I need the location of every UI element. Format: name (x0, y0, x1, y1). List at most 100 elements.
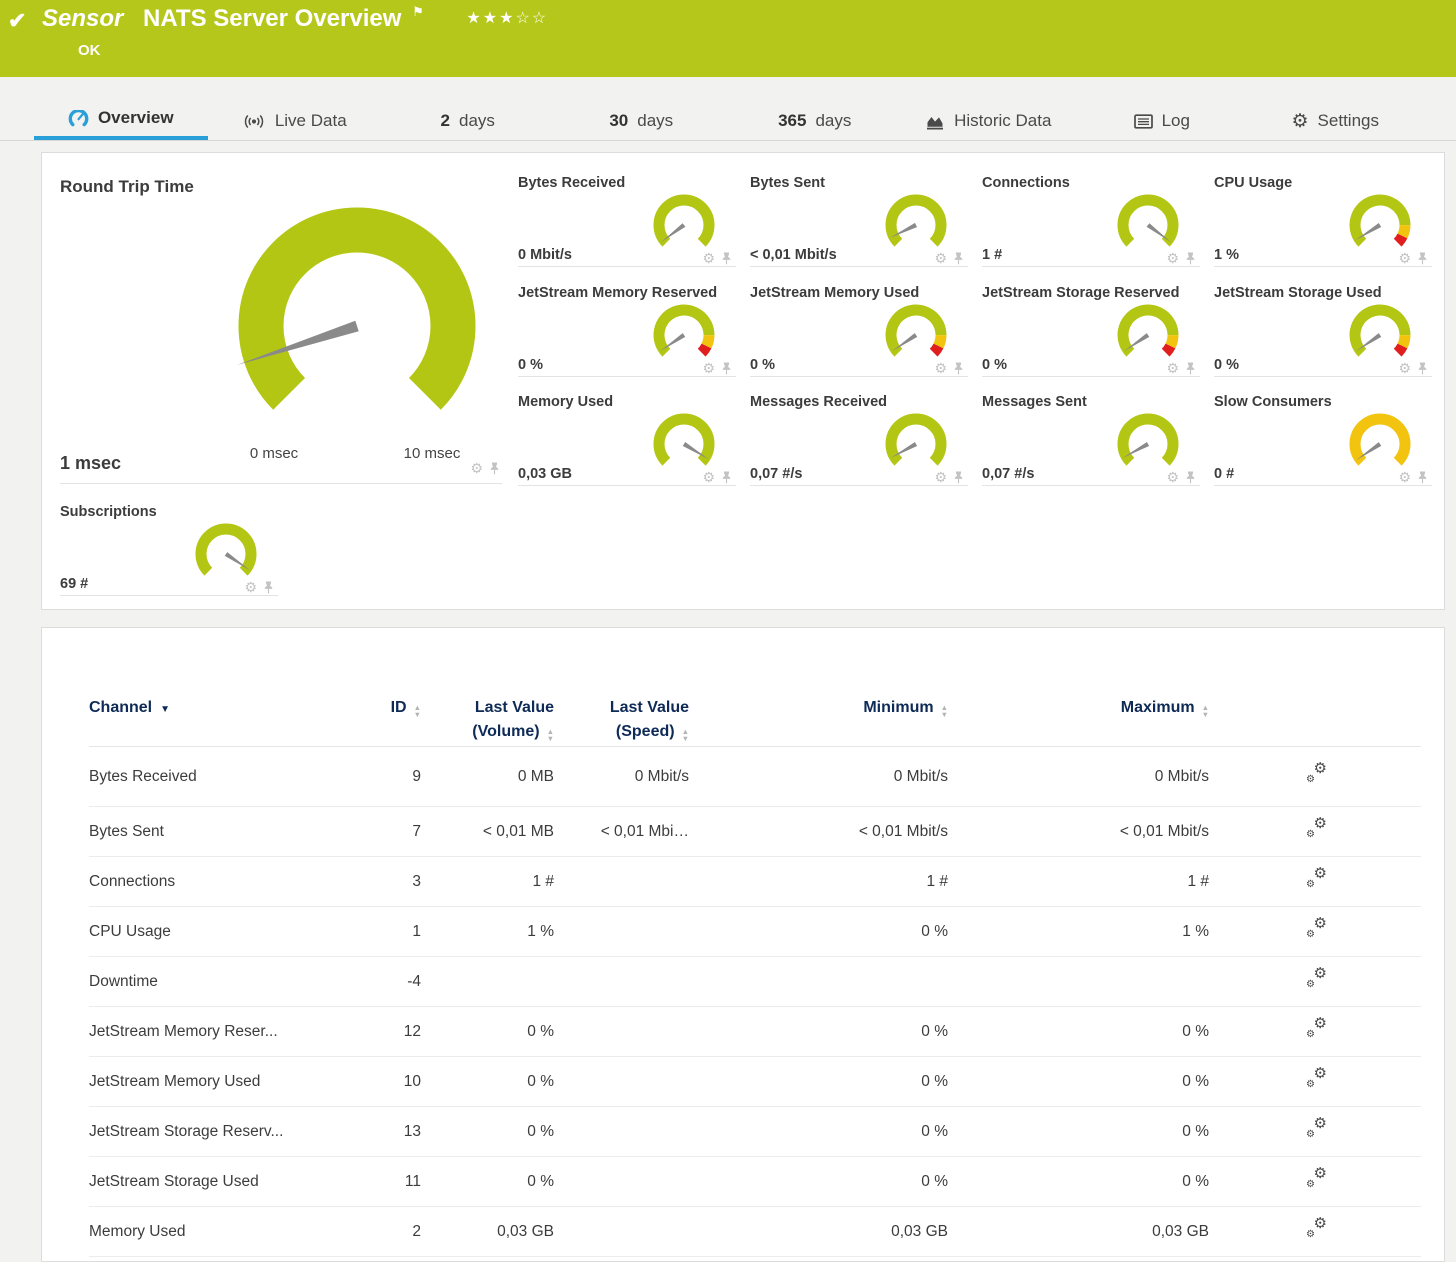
column-label: Last Value (421, 696, 554, 720)
column-label: ID (391, 699, 407, 716)
sort-icon[interactable]: ▲▼ (547, 729, 554, 742)
channel-settings-icon[interactable]: ⚙⚙ (1305, 969, 1327, 989)
gauge-arc (878, 185, 954, 255)
pin-icon[interactable] (1185, 252, 1196, 265)
channel-settings-icon[interactable]: ⚙⚙ (1305, 919, 1327, 939)
pin-icon[interactable] (1185, 471, 1196, 484)
gear-icon[interactable]: ⚙ (1398, 470, 1411, 484)
pin-icon[interactable] (953, 252, 964, 265)
sort-icon[interactable]: ▲▼ (682, 729, 689, 742)
gauge-max-label: 10 msec (404, 445, 461, 462)
pin-icon[interactable] (1417, 252, 1428, 265)
pin-icon[interactable] (721, 362, 732, 375)
channels-table: Channel ▼ ID ▲▼ Last Value(Volume)▲▼ Last … (89, 672, 1421, 1257)
channel-settings-icon[interactable]: ⚙⚙ (1305, 1069, 1327, 1089)
pin-icon[interactable] (1185, 362, 1196, 375)
gear-icon[interactable]: ⚙ (470, 461, 483, 475)
gear-icon[interactable]: ⚙ (1166, 361, 1179, 375)
gear-icon[interactable]: ⚙ (702, 361, 715, 375)
gauge-tile-jetstream-storage-used[interactable]: JetStream Storage Used 0 % ⚙ (1214, 281, 1446, 390)
gauge-arc (1342, 295, 1418, 365)
channel-settings-icon[interactable]: ⚙⚙ (1305, 1019, 1327, 1039)
cell-minimum: 0 Mbit/s (689, 747, 948, 807)
gauge-tile-messages-sent[interactable]: Messages Sent 0,07 #/s ⚙ (982, 390, 1214, 500)
table-row: Downtime -4 ⚙⚙ (89, 957, 1421, 1007)
channel-settings-icon[interactable]: ⚙⚙ (1305, 1119, 1327, 1139)
gauge-tile-memory-used[interactable]: Memory Used 0,03 GB ⚙ (518, 390, 750, 500)
cell-last-value-volume: 1 # (421, 857, 554, 907)
tab-30-days[interactable]: 30days (555, 100, 729, 140)
gear-icon[interactable]: ⚙ (1166, 251, 1179, 265)
cell-last-value-volume: 0 % (421, 1157, 554, 1207)
cell-maximum: 0 % (948, 1057, 1209, 1107)
tab-2-days[interactable]: 2days (381, 100, 555, 140)
cell-id: 2 (339, 1207, 421, 1257)
tab-365-days[interactable]: 365days (728, 100, 902, 140)
cell-last-value-volume: 0 % (421, 1107, 554, 1157)
tab-overview[interactable]: Overview (34, 100, 208, 140)
column-label: Last Value (554, 696, 689, 720)
cell-minimum: 0 % (689, 1157, 948, 1207)
sort-icon[interactable]: ▲▼ (941, 705, 948, 718)
cell-maximum: 0 % (948, 1107, 1209, 1157)
gauge-tile-messages-received[interactable]: Messages Received 0,07 #/s ⚙ (750, 390, 982, 500)
column-label: Minimum (863, 699, 933, 716)
column-header-last-value-speed[interactable]: Last Value(Speed)▲▼ (554, 672, 689, 747)
column-header-minimum[interactable]: Minimum ▲▼ (689, 672, 948, 747)
gauge-tile-connections[interactable]: Connections 1 # ⚙ (982, 171, 1214, 281)
round-trip-time-gauge[interactable]: Round Trip Time 0 msec 10 msec 1 msec ⚙ (60, 169, 502, 484)
flag-icon[interactable]: ⚑ (412, 4, 424, 19)
pin-icon[interactable] (489, 462, 500, 475)
gear-icon[interactable]: ⚙ (244, 580, 257, 594)
channel-settings-icon[interactable]: ⚙⚙ (1305, 764, 1327, 784)
pin-icon[interactable] (953, 471, 964, 484)
pin-icon[interactable] (721, 471, 732, 484)
tab-historic-data[interactable]: Historic Data (902, 100, 1076, 140)
pin-icon[interactable] (1417, 362, 1428, 375)
gear-icon[interactable]: ⚙ (934, 251, 947, 265)
column-header-maximum[interactable]: Maximum▲▼ (948, 672, 1209, 747)
tab-label: days (637, 111, 673, 131)
gear-icon[interactable]: ⚙ (1166, 470, 1179, 484)
tab-settings[interactable]: ⚙Settings (1249, 100, 1423, 140)
gauge-tile-jetstream-memory-reserved[interactable]: JetStream Memory Reserved 0 % ⚙ (518, 281, 750, 390)
pin-icon[interactable] (1417, 471, 1428, 484)
sort-icon[interactable]: ▲▼ (1202, 705, 1209, 718)
channel-settings-icon[interactable]: ⚙⚙ (1305, 819, 1327, 839)
gear-icon[interactable]: ⚙ (1398, 361, 1411, 375)
gauge-tile-bytes-received[interactable]: Bytes Received 0 Mbit/s ⚙ (518, 171, 750, 281)
tab-live-data[interactable]: Live Data (208, 100, 382, 140)
gear-icon[interactable]: ⚙ (702, 470, 715, 484)
cell-id: 11 (339, 1157, 421, 1207)
tab-log[interactable]: Log (1075, 100, 1249, 140)
pin-icon[interactable] (721, 252, 732, 265)
gauge-tile-cpu-usage[interactable]: CPU Usage 1 % ⚙ (1214, 171, 1446, 281)
cell-id: 3 (339, 857, 421, 907)
gauge-title: Bytes Sent (750, 175, 825, 191)
pin-icon[interactable] (953, 362, 964, 375)
gear-icon[interactable]: ⚙ (1398, 251, 1411, 265)
column-header-channel[interactable]: Channel ▼ (89, 672, 339, 747)
channel-settings-icon[interactable]: ⚙⚙ (1305, 1169, 1327, 1189)
sort-descending-icon[interactable]: ▼ (160, 704, 170, 715)
gear-icon[interactable]: ⚙ (934, 470, 947, 484)
gauge-arc (207, 191, 507, 436)
gauge-value: 1 msec (60, 453, 121, 474)
gear-icon[interactable]: ⚙ (702, 251, 715, 265)
gauge-tile-slow-consumers[interactable]: Slow Consumers 0 # ⚙ (1214, 390, 1446, 500)
gear-icon[interactable]: ⚙ (934, 361, 947, 375)
gauge-tile-bytes-sent[interactable]: Bytes Sent < 0,01 Mbit/s ⚙ (750, 171, 982, 281)
cell-channel: Bytes Sent (89, 807, 339, 857)
column-header-last-value-volume[interactable]: Last Value(Volume)▲▼ (421, 672, 554, 747)
column-label: Channel (89, 699, 152, 716)
sort-icon[interactable]: ▲▼ (414, 705, 421, 718)
priority-stars[interactable]: ★★★☆☆ (466, 10, 548, 27)
pin-icon[interactable] (263, 581, 274, 594)
channel-settings-icon[interactable]: ⚙⚙ (1305, 1219, 1327, 1239)
cell-id: 9 (339, 747, 421, 807)
gauge-tile-jetstream-storage-reserved[interactable]: JetStream Storage Reserved 0 % ⚙ (982, 281, 1214, 390)
channel-settings-icon[interactable]: ⚙⚙ (1305, 869, 1327, 889)
gauge-tile-jetstream-memory-used[interactable]: JetStream Memory Used 0 % ⚙ (750, 281, 982, 390)
cell-last-value-speed: 0 Mbit/s (554, 747, 689, 807)
column-header-id[interactable]: ID ▲▼ (339, 672, 421, 747)
